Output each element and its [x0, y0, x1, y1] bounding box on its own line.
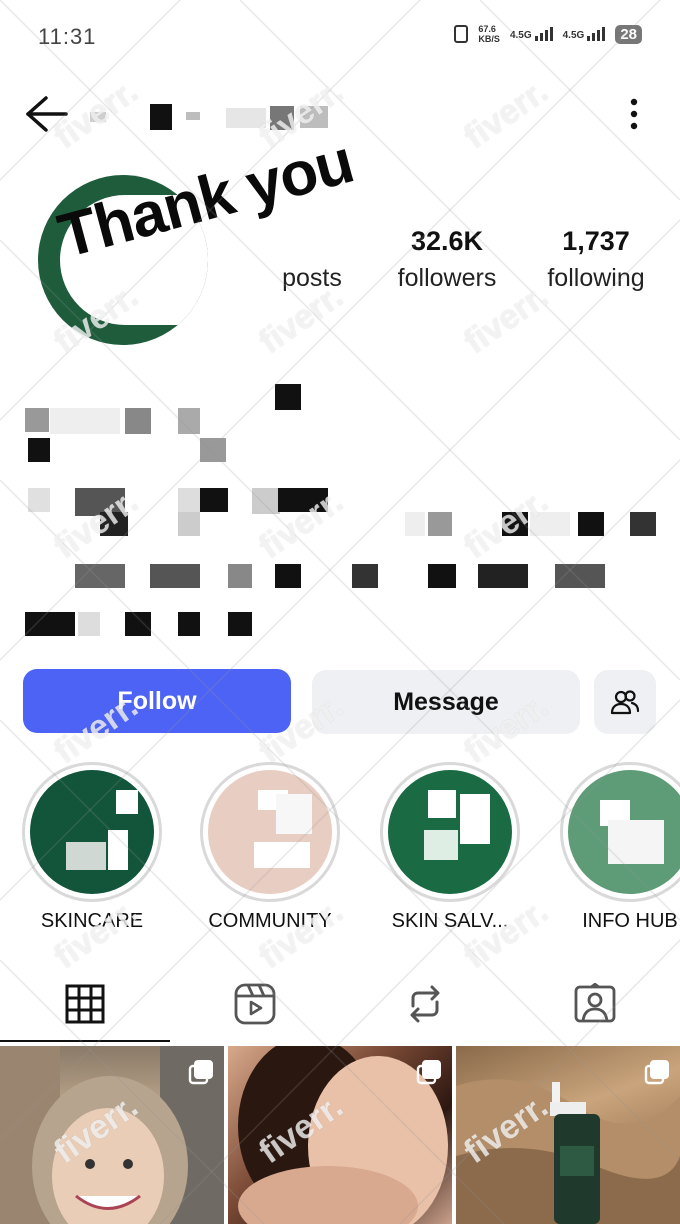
highlight-info-hub[interactable]: INFO HUB	[560, 762, 680, 932]
status-bar: 11:31 67.6 KB/S 4.5G 4.5G 28	[0, 0, 680, 72]
post-thumbnail[interactable]	[456, 1046, 680, 1224]
stat-posts[interactable]: posts	[270, 226, 354, 293]
arrow-left-icon[interactable]	[24, 94, 68, 134]
message-button[interactable]: Message	[312, 670, 580, 734]
vibrate-icon	[454, 25, 469, 43]
story-highlights: SKINCARE COMMUNITY SKIN SALV... INFO HUB	[0, 762, 680, 942]
highlight-ring	[200, 762, 340, 902]
status-time: 11:31	[38, 24, 97, 49]
reposts-icon	[410, 985, 440, 1023]
network-signal-1: 4.5G	[510, 27, 553, 41]
posts-grid	[0, 1046, 680, 1224]
following-label: following	[547, 264, 645, 292]
multiple-photos-icon	[644, 1060, 669, 1085]
posts-label: posts	[282, 264, 342, 292]
post-thumbnail[interactable]	[228, 1046, 452, 1224]
profile-avatar[interactable]	[38, 175, 208, 345]
highlight-community[interactable]: COMMUNITY	[200, 762, 340, 932]
profile-tabs	[0, 966, 680, 1042]
battery-indicator: 28	[615, 24, 642, 44]
followers-label: followers	[397, 264, 497, 292]
followers-count: 32.6K	[410, 226, 484, 256]
status-icons: 67.6 KB/S 4.5G 4.5G 28	[454, 24, 642, 44]
network-type-1: 4.5G	[509, 30, 532, 41]
grid-icon	[65, 984, 105, 1024]
highlight-cover	[208, 770, 332, 894]
signal-bars-icon	[534, 27, 553, 41]
highlight-skin-salve[interactable]: SKIN SALV...	[380, 762, 520, 932]
post-thumbnail[interactable]	[0, 1046, 224, 1224]
highlight-ring	[380, 762, 520, 902]
highlight-label: SKINCARE	[40, 910, 144, 932]
following-count: 1,737	[562, 226, 630, 256]
tab-reposts[interactable]	[340, 966, 510, 1042]
follow-button[interactable]: Follow	[23, 669, 291, 733]
network-type-2: 4.5G	[562, 30, 585, 41]
stat-following[interactable]: 1,737 following	[536, 226, 656, 293]
profile-header	[0, 80, 680, 150]
tab-reels[interactable]	[170, 966, 340, 1042]
highlight-label: COMMUNITY	[208, 910, 332, 932]
highlight-label: INFO HUB	[582, 910, 678, 932]
speed-value: 67.6	[478, 24, 496, 34]
highlight-cover	[30, 770, 154, 894]
network-speed: 67.6 KB/S	[478, 24, 500, 44]
speed-unit: KB/S	[478, 34, 500, 44]
highlight-label: SKIN SALV...	[391, 910, 509, 932]
more-vertical-icon[interactable]	[622, 94, 646, 134]
active-tab-indicator	[0, 1040, 170, 1042]
suggested-accounts-button[interactable]	[594, 670, 656, 734]
signal-bars-icon	[587, 27, 606, 41]
tagged-icon	[574, 983, 616, 1023]
highlight-skincare[interactable]: SKINCARE	[22, 762, 162, 932]
tab-posts-grid[interactable]	[0, 966, 170, 1042]
username-redacted	[90, 102, 340, 130]
highlight-cover	[388, 770, 512, 894]
tab-tagged[interactable]	[510, 966, 680, 1042]
add-person-icon	[610, 690, 640, 715]
multiple-photos-icon	[188, 1060, 213, 1085]
multiple-photos-icon	[416, 1060, 441, 1085]
avatar-logo-shape	[60, 195, 208, 325]
highlight-ring	[22, 762, 162, 902]
bio-redacted	[0, 380, 680, 650]
highlight-cover	[568, 770, 680, 894]
highlight-ring	[560, 762, 680, 902]
profile-stats: posts 32.6K followers 1,737 following	[270, 226, 660, 293]
reels-icon	[234, 983, 276, 1025]
stat-followers[interactable]: 32.6K followers	[372, 226, 522, 293]
network-signal-2: 4.5G	[563, 27, 606, 41]
